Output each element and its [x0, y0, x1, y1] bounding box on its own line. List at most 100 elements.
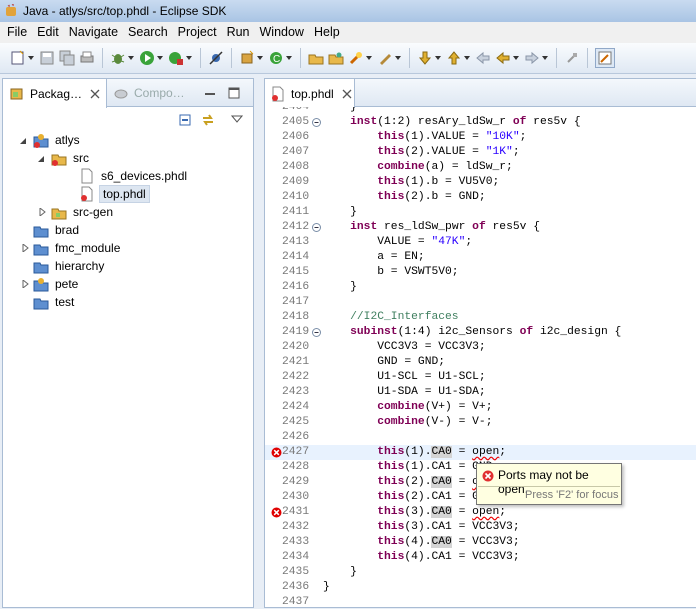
code-line[interactable]: 2426 [265, 430, 696, 445]
tree-item-hierarchy[interactable]: hierarchy [33, 257, 104, 275]
tab-top-phdl[interactable]: top.phdl [265, 79, 355, 108]
minimize-icon[interactable] [204, 87, 216, 99]
code-line[interactable]: 2418 //I2C_Interfaces [265, 310, 696, 325]
code-line[interactable]: 2419 subinst(1:4) i2c_Sensors of i2c_des… [265, 325, 696, 340]
code-line[interactable]: 2432 this(3).CA1 = VCC3V3; [265, 520, 696, 535]
tree-item-fmc-module[interactable]: fmc_module [33, 239, 120, 257]
last-edit-icon[interactable] [475, 50, 491, 66]
java-perspective-icon[interactable] [595, 48, 615, 68]
code-line[interactable]: 2408 combine(a) = ldSw_r; [265, 160, 696, 175]
fold-toggle-icon[interactable] [312, 118, 321, 127]
previous-annotation-icon[interactable] [446, 50, 462, 66]
back-icon[interactable] [495, 50, 511, 66]
tab-component-view[interactable]: Compo… [113, 79, 193, 107]
tree-item-src-gen[interactable]: src-gen [51, 203, 113, 221]
code-line[interactable]: 2416 } [265, 280, 696, 295]
tree-item-src[interactable]: src [51, 149, 89, 167]
tree-item-atlys[interactable]: atlys [33, 131, 80, 149]
save-icon[interactable] [39, 50, 55, 66]
code-line[interactable]: 2404 } [265, 107, 696, 115]
next-annotation-icon[interactable] [417, 50, 433, 66]
view-menu-icon[interactable] [231, 115, 243, 123]
collapsed-arrow-icon[interactable] [22, 244, 30, 252]
tree-item-brad[interactable]: brad [33, 221, 79, 239]
previous-annotation-dropdown-icon[interactable] [464, 50, 470, 66]
tree-item-pete[interactable]: pete [33, 275, 78, 293]
code-line[interactable]: 2436} [265, 580, 696, 595]
menu-project[interactable]: Project [173, 23, 222, 42]
run-dropdown-icon[interactable] [157, 50, 163, 66]
new-class-dropdown-icon[interactable] [286, 50, 292, 66]
collapsed-arrow-icon[interactable] [22, 280, 30, 288]
open-type-icon[interactable] [308, 50, 324, 66]
code-line[interactable]: 2423 U1-SDA = U1-SDA; [265, 385, 696, 400]
new-icon[interactable] [10, 50, 26, 66]
collapse-all-icon[interactable] [177, 112, 193, 128]
menu-navigate[interactable]: Navigate [64, 23, 123, 42]
error-hover-tooltip[interactable]: Ports may not be open. Press 'F2' for fo… [476, 463, 622, 505]
code-line[interactable]: 2417 [265, 295, 696, 310]
external-tools-dropdown-icon[interactable] [186, 50, 192, 66]
tree-item-top-phdl[interactable]: top.phdl [79, 185, 150, 203]
link-with-editor-icon[interactable] [200, 112, 216, 128]
tab-package-explorer[interactable]: Packag… [3, 79, 107, 108]
new-package-dropdown-icon[interactable] [257, 50, 263, 66]
code-line[interactable]: 2414 a = EN; [265, 250, 696, 265]
code-line[interactable]: 2421 GND = GND; [265, 355, 696, 370]
new-java-package-icon[interactable] [239, 50, 255, 66]
forward-dropdown-icon[interactable] [542, 50, 548, 66]
expanded-arrow-icon[interactable] [37, 155, 45, 163]
code-line[interactable]: 2433 this(4).CA0 = VCC3V3; [265, 535, 696, 550]
code-line[interactable]: 2424 combine(V+) = V+; [265, 400, 696, 415]
pen-dropdown-icon[interactable] [395, 50, 401, 66]
menu-file[interactable]: File [2, 23, 32, 42]
open-task-icon[interactable] [328, 50, 344, 66]
external-tools-icon[interactable] [168, 50, 184, 66]
new-dropdown-icon[interactable] [28, 50, 34, 66]
code-line[interactable]: 2405 inst(1:2) resAry_ldSw_r of res5v { [265, 115, 696, 130]
close-icon[interactable] [90, 89, 100, 99]
code-line[interactable]: 2420 VCC3V3 = VCC3V3; [265, 340, 696, 355]
error-marker-icon[interactable] [271, 447, 282, 458]
debug-icon[interactable] [110, 50, 126, 66]
menu-window[interactable]: Window [255, 23, 309, 42]
code-line[interactable]: 2437 [265, 595, 696, 609]
code-line[interactable]: 2411 } [265, 205, 696, 220]
maximize-icon[interactable] [228, 87, 240, 99]
menu-edit[interactable]: Edit [32, 23, 64, 42]
code-line[interactable]: 2422 U1-SCL = U1-SCL; [265, 370, 696, 385]
next-annotation-dropdown-icon[interactable] [435, 50, 441, 66]
code-line[interactable]: 2406 this(1).VALUE = "10K"; [265, 130, 696, 145]
code-line[interactable]: 2415 b = VSWT5V0; [265, 265, 696, 280]
debug-dropdown-icon[interactable] [128, 50, 134, 66]
collapsed-arrow-icon[interactable] [39, 208, 47, 216]
run-icon[interactable] [139, 50, 155, 66]
skip-breakpoints-icon[interactable] [208, 50, 224, 66]
code-line[interactable]: 2427 this(1).CA0 = open; [265, 445, 696, 460]
print-icon[interactable] [79, 50, 95, 66]
back-dropdown-icon[interactable] [513, 50, 519, 66]
menu-help[interactable]: Help [309, 23, 345, 42]
code-line[interactable]: 2434 this(4).CA1 = VCC3V3; [265, 550, 696, 565]
close-icon[interactable] [342, 89, 352, 99]
code-area[interactable]: 2404 } 2405 inst(1:2) resAry_ldSw_r of re… [265, 107, 696, 609]
forward-icon[interactable] [524, 50, 540, 66]
code-line[interactable]: 2410 this(2).b = GND; [265, 190, 696, 205]
pen-icon[interactable] [377, 50, 393, 66]
code-line[interactable]: 2431 this(3).CA0 = open; [265, 505, 696, 520]
expanded-arrow-icon[interactable] [19, 137, 27, 145]
code-line[interactable]: 2412 inst res_ldSw_pwr of res5v { [265, 220, 696, 235]
new-class-icon[interactable]: C [268, 50, 284, 66]
code-line[interactable]: 2407 this(2).VALUE = "1K"; [265, 145, 696, 160]
fold-toggle-icon[interactable] [312, 223, 321, 232]
pin-editor-icon[interactable] [564, 50, 580, 66]
code-line[interactable]: 2413 VALUE = "47K"; [265, 235, 696, 250]
error-marker-icon[interactable] [271, 507, 282, 518]
search-dropdown-icon[interactable] [366, 50, 372, 66]
code-line[interactable]: 2435 } [265, 565, 696, 580]
fold-toggle-icon[interactable] [312, 328, 321, 337]
search-icon[interactable] [348, 50, 364, 66]
menu-run[interactable]: Run [222, 23, 255, 42]
tree-item-s6-devices[interactable]: s6_devices.phdl [79, 167, 187, 185]
code-line[interactable]: 2425 combine(V-) = V-; [265, 415, 696, 430]
